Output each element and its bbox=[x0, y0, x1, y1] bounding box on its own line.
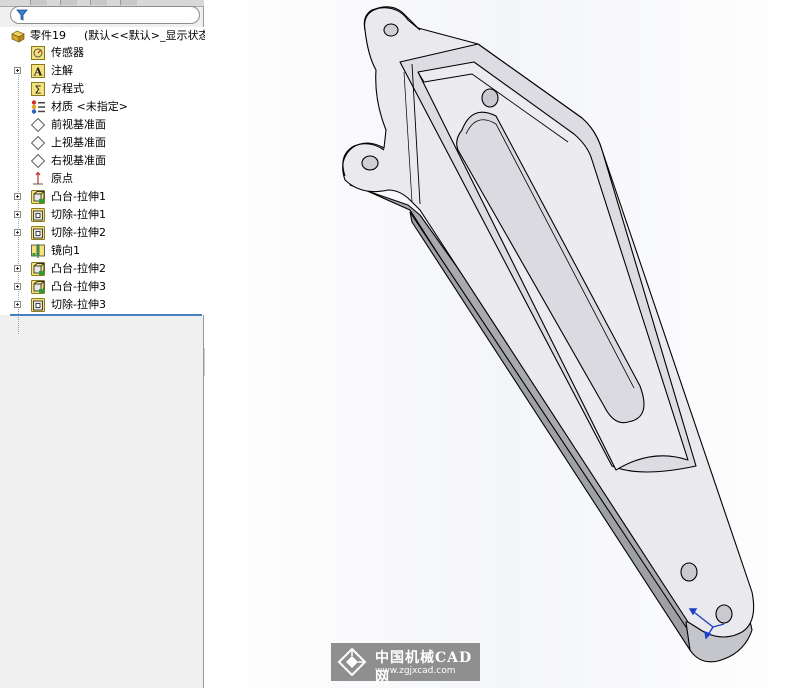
boss-extrude-icon bbox=[31, 280, 45, 294]
tree-item-label: 材质 <未指定> bbox=[51, 100, 128, 113]
tree-item-cut-extrude-1[interactable]: 切除-拉伸1 bbox=[0, 206, 204, 224]
tree-item-cut-extrude-2[interactable]: 切除-拉伸2 bbox=[0, 224, 204, 242]
equation-icon: Σ bbox=[31, 82, 45, 97]
tree-item-mirror-1[interactable]: 镜向1 bbox=[0, 242, 204, 260]
watermark-emblem-icon bbox=[337, 647, 367, 677]
expand-toggle[interactable] bbox=[14, 283, 21, 290]
expand-toggle[interactable] bbox=[14, 211, 21, 218]
boss-extrude-icon bbox=[31, 262, 45, 276]
svg-text:Σ: Σ bbox=[35, 84, 42, 97]
tab-feature-manager[interactable] bbox=[30, 0, 47, 5]
tree-item-sensors[interactable]: 传感器 bbox=[0, 44, 204, 62]
mirror-icon bbox=[31, 244, 45, 258]
tree-item-label: 方程式 bbox=[51, 82, 84, 95]
tree-item-label: 切除-拉伸3 bbox=[51, 298, 106, 311]
filter-icon[interactable] bbox=[16, 9, 28, 21]
watermark-logo: 中国机械CAD网 www.zgjxcad.com bbox=[331, 643, 480, 686]
tree-item-material[interactable]: 材质 <未指定> bbox=[0, 98, 204, 116]
tree-item-label: 凸台-拉伸3 bbox=[51, 280, 106, 293]
watermark-url: www.zgjxcad.com bbox=[375, 666, 456, 676]
boss-extrude-icon bbox=[31, 190, 45, 204]
tree-item-boss-extrude-3[interactable]: 凸台-拉伸3 bbox=[0, 278, 204, 296]
tree-item-right-plane[interactable]: 右视基准面 bbox=[0, 152, 204, 170]
tree-item-origin[interactable]: 原点 bbox=[0, 170, 204, 188]
tree-item-label: 凸台-拉伸1 bbox=[51, 190, 106, 203]
part-icon bbox=[11, 30, 25, 43]
part-config: (默认<<默认>_显示状态 bbox=[84, 29, 210, 42]
model-view[interactable] bbox=[205, 0, 812, 688]
expand-toggle[interactable] bbox=[14, 67, 21, 74]
tree-item-label: 右视基准面 bbox=[51, 154, 106, 167]
tree-item-top-plane[interactable]: 上视基准面 bbox=[0, 134, 204, 152]
rollback-bar[interactable] bbox=[10, 314, 202, 316]
tree-item-boss-extrude-1[interactable]: 凸台-拉伸1 bbox=[0, 188, 204, 206]
tree-item-label: 传感器 bbox=[51, 46, 84, 59]
expand-toggle[interactable] bbox=[14, 265, 21, 272]
tree-item-boss-extrude-2[interactable]: 凸台-拉伸2 bbox=[0, 260, 204, 278]
tab-config-manager[interactable] bbox=[90, 0, 107, 5]
tab-display-manager[interactable] bbox=[120, 0, 137, 5]
tree-item-label: 镜向1 bbox=[51, 244, 80, 257]
plane-icon bbox=[30, 153, 46, 169]
cut-extrude-icon bbox=[31, 208, 45, 222]
tree-item-equations[interactable]: Σ 方程式 bbox=[0, 80, 204, 98]
tree-item-label: 前视基准面 bbox=[51, 118, 106, 131]
tree-item-label: 注解 bbox=[51, 64, 73, 77]
expand-toggle[interactable] bbox=[14, 301, 21, 308]
feature-tree: 零件19 (默认<<默认>_显示状态 传感器 A 注解 Σ 方程式 材质 <未指… bbox=[0, 27, 209, 334]
graphics-viewport[interactable] bbox=[205, 0, 812, 688]
tree-item-front-plane[interactable]: 前视基准面 bbox=[0, 116, 204, 134]
plane-icon bbox=[30, 135, 46, 151]
tree-root-part[interactable]: 零件19 (默认<<默认>_显示状态 bbox=[0, 27, 209, 45]
expand-toggle[interactable] bbox=[14, 193, 21, 200]
expand-toggle[interactable] bbox=[14, 229, 21, 236]
tree-item-cut-extrude-3[interactable]: 切除-拉伸3 bbox=[0, 296, 204, 314]
material-icon bbox=[31, 100, 45, 114]
feature-manager-panel: 零件19 (默认<<默认>_显示状态 传感器 A 注解 Σ 方程式 材质 <未指… bbox=[0, 0, 209, 688]
tree-item-label: 原点 bbox=[51, 172, 73, 185]
tree-item-annotations[interactable]: A 注解 bbox=[0, 62, 204, 80]
tree-item-label: 切除-拉伸1 bbox=[51, 208, 106, 221]
cut-extrude-icon bbox=[31, 226, 45, 240]
part-name: 零件19 bbox=[30, 29, 66, 42]
sensor-icon bbox=[31, 46, 45, 60]
tab-property-manager[interactable] bbox=[60, 0, 77, 5]
cut-extrude-icon bbox=[31, 298, 45, 312]
plane-icon bbox=[30, 117, 46, 133]
svg-text:A: A bbox=[33, 66, 43, 79]
tree-item-label: 切除-拉伸2 bbox=[51, 226, 106, 239]
annotation-icon: A bbox=[31, 64, 45, 79]
tree-item-label: 上视基准面 bbox=[51, 136, 106, 149]
tree-item-label: 凸台-拉伸2 bbox=[51, 262, 106, 275]
tree-filter-input[interactable] bbox=[10, 6, 200, 24]
origin-icon bbox=[33, 171, 43, 185]
